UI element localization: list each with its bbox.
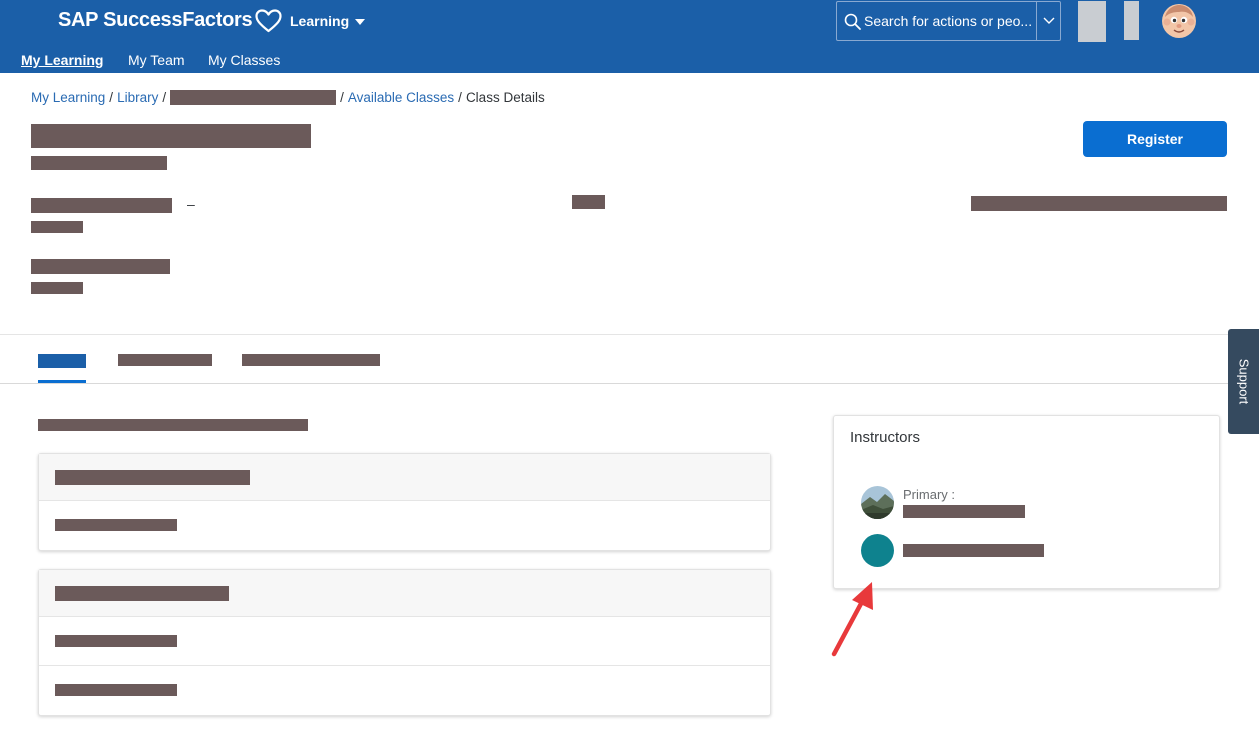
breadcrumb-redacted-item[interactable] <box>170 90 337 105</box>
session-panel-2 <box>38 569 771 716</box>
tab-redacted-3[interactable] <box>242 354 380 366</box>
search-scope-dropdown[interactable] <box>1036 2 1060 40</box>
instructor-name-redacted[interactable] <box>903 544 1044 557</box>
module-picker[interactable]: Learning <box>290 13 366 29</box>
session-title-redacted <box>55 586 229 601</box>
instructor-photo[interactable] <box>861 486 894 519</box>
breadcrumb-separator: / <box>162 90 167 105</box>
sap-logo[interactable]: SAP SuccessFactors <box>58 8 282 33</box>
class-info-redacted <box>572 195 605 209</box>
session-row-text-redacted <box>55 519 177 531</box>
breadcrumb-separator: / <box>458 90 462 105</box>
global-search[interactable] <box>836 1 1061 41</box>
breadcrumb: My Learning / Library / / Available Clas… <box>31 90 545 105</box>
tab-details[interactable] <box>38 354 86 368</box>
breadcrumb-my-learning[interactable]: My Learning <box>31 90 105 105</box>
class-detail-redacted <box>31 259 170 274</box>
session-title-redacted <box>55 470 250 485</box>
section-divider <box>0 334 1259 335</box>
tabs-divider <box>0 383 1259 384</box>
breadcrumb-separator: / <box>340 90 344 105</box>
session-panel-1 <box>38 453 771 551</box>
search-input[interactable] <box>864 13 1036 29</box>
instructor-primary-label: Primary : <box>903 487 955 502</box>
user-avatar-icon[interactable] <box>1161 3 1197 39</box>
logo-text: SAP SuccessFactors <box>58 9 253 31</box>
support-tab[interactable]: Support <box>1228 329 1259 434</box>
instructors-card: Instructors Primary : <box>833 415 1220 589</box>
session-row-text-redacted <box>55 635 177 647</box>
header-redacted-block <box>1078 1 1106 42</box>
class-subtitle-redacted <box>31 156 167 170</box>
session-row <box>39 617 770 666</box>
subnav-my-classes[interactable]: My Classes <box>208 52 280 68</box>
session-panel-header <box>39 570 770 617</box>
register-button[interactable]: Register <box>1083 121 1227 157</box>
annotation-arrow <box>831 582 873 657</box>
heart-icon <box>255 9 282 33</box>
breadcrumb-separator: / <box>109 90 114 105</box>
module-label: Learning <box>290 13 350 29</box>
support-label: Support <box>1236 358 1252 405</box>
session-panel-header <box>39 454 770 501</box>
class-date-start-redacted <box>31 198 172 213</box>
instructor-avatar[interactable] <box>861 534 894 567</box>
shell-header: SAP SuccessFactors Learning Search for a… <box>0 0 1259 73</box>
chevron-down-icon <box>1043 17 1054 24</box>
primary-instructor-name-redacted[interactable] <box>903 505 1025 518</box>
class-detail-label-redacted <box>31 282 83 294</box>
subnav-my-team[interactable]: My Team <box>128 52 185 68</box>
subnav-my-learning[interactable]: My Learning <box>21 52 103 68</box>
header-redacted-block <box>1124 1 1139 40</box>
session-row <box>39 666 770 715</box>
class-title-redacted <box>31 124 311 148</box>
chevron-down-icon <box>355 19 366 25</box>
instructors-title: Instructors <box>850 429 921 446</box>
session-row-text-redacted <box>55 684 177 696</box>
tab-redacted-2[interactable] <box>118 354 212 366</box>
breadcrumb-library[interactable]: Library <box>117 90 158 105</box>
class-date-label-redacted <box>31 221 83 233</box>
section-heading-redacted <box>38 419 308 431</box>
breadcrumb-current: Class Details <box>465 90 545 105</box>
search-icon <box>844 13 861 30</box>
date-range-dash: – <box>187 196 195 212</box>
breadcrumb-available-classes[interactable]: Available Classes <box>348 90 454 105</box>
class-location-redacted <box>971 196 1227 211</box>
session-row <box>39 501 770 550</box>
